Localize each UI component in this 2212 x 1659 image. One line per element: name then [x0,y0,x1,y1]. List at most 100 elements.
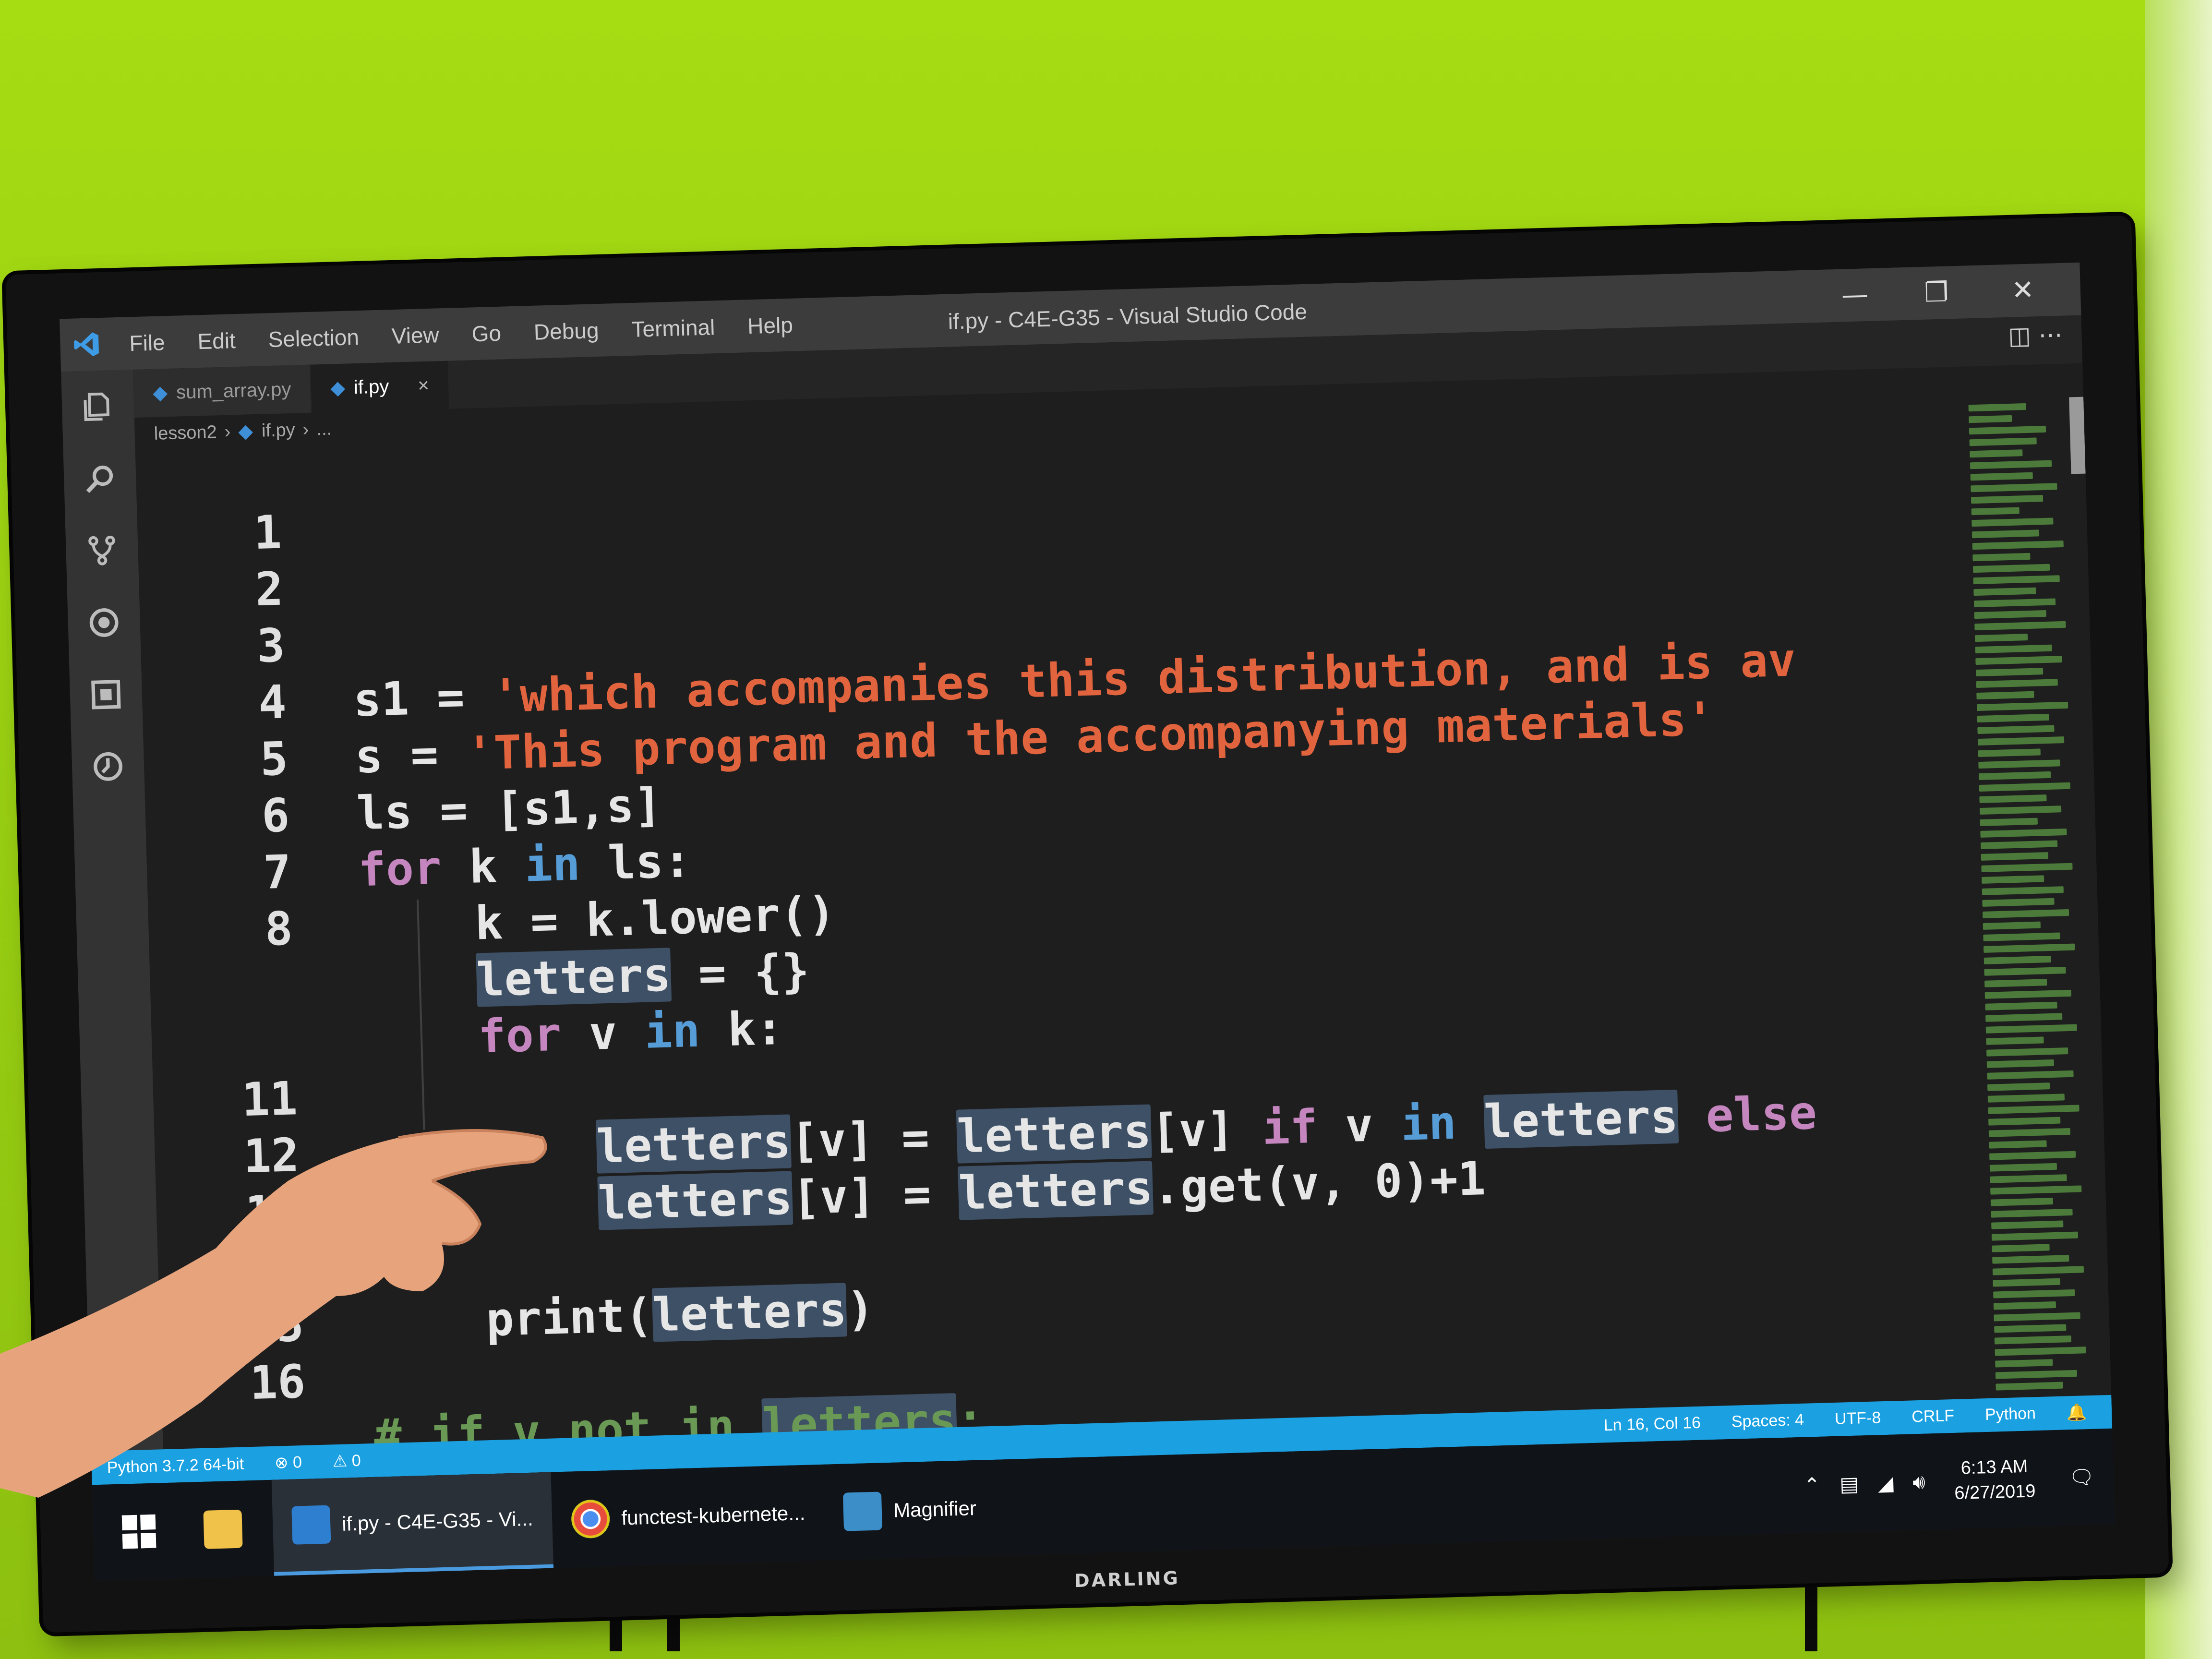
minimap-line [1984,967,2066,976]
minimap-line [1975,668,2044,677]
notification-icon[interactable]: 🗨︎ [2068,1465,2095,1489]
chevron-right-icon: › [224,421,231,442]
minimap-line [1970,449,2023,458]
minimap-line [1968,403,2026,412]
minimap-line [1971,495,2044,504]
minimap-line [1982,909,2069,918]
minimap-line [1985,1013,2063,1022]
network-icon[interactable]: ▤ [1839,1472,1859,1496]
minimap-line [1992,1255,2069,1264]
minimap-line [1983,921,2041,930]
minimap-line [1990,1185,2082,1195]
minimap-line [1972,540,2064,550]
minimap-line [1995,1346,2086,1356]
minimap-line [1984,979,2047,987]
language-mode[interactable]: Python [1970,1404,2052,1425]
minimize-button[interactable]: — [1830,275,1879,314]
taskbar-app-chrome[interactable]: functest-kubernete... [551,1465,826,1568]
minimap-line [1995,1370,2078,1379]
debug-icon[interactable] [67,586,141,660]
source-control-icon[interactable] [65,514,139,588]
close-button[interactable]: ✕ [1998,270,2047,310]
taskbar-app-magnifier[interactable]: Magnifier [823,1460,997,1561]
minimap-line [1978,771,2051,781]
minimap-line [1992,1244,2050,1252]
minimap-line [1979,805,2062,815]
minimap-line [1974,610,2046,619]
menu-help[interactable]: Help [731,312,809,340]
menu-file[interactable]: File [113,329,182,357]
encoding[interactable]: UTF-8 [1819,1408,1897,1429]
menu-selection[interactable]: Selection [252,324,376,353]
tab-if[interactable]: ◆ if.py × [310,361,449,413]
minimap-line [1986,1036,2044,1045]
menu-go[interactable]: Go [455,320,518,348]
monitor-stand-leg [1805,1584,1817,1651]
breadcrumb-file[interactable]: if.py [261,420,295,441]
split-editor-icon[interactable]: ◫ ⋯ [2008,321,2063,350]
minimap-line [1972,553,2031,562]
minimap-line [1972,529,2040,539]
minimap-line [1991,1208,2073,1218]
minimap-line [1973,598,2056,608]
minimap-line [1983,932,2060,941]
minimap-line [1994,1335,2072,1345]
python-file-icon: ◆ [152,382,168,404]
minimap-line [1988,1105,2080,1114]
minimap-line [1992,1266,2084,1275]
minimap-line [1984,943,2075,953]
indentation[interactable]: Spaces: 4 [1716,1410,1819,1432]
minimap-line [1985,1001,2057,1010]
minimap-line [1980,817,2038,826]
wifi-icon[interactable]: ◢ [1877,1471,1894,1495]
minimap-line [1994,1312,2080,1322]
clock-date: 6/27/2019 [1954,1481,2036,1504]
maximize-button[interactable]: ❐ [1912,273,1961,313]
extensions-icon[interactable] [69,658,143,732]
bell-icon[interactable]: 🔔 [2051,1402,2102,1423]
monitor-brand: DARLING [1074,1567,1180,1592]
minimap-line [1976,701,2068,711]
python-file-icon: ◆ [238,421,253,442]
menu-terminal[interactable]: Terminal [615,313,732,343]
system-tray: ⌃ ▤ ◢ 🔊︎ 6:13 AM 6/27/2019 🗨︎ [1792,1429,2095,1533]
scrollbar-thumb[interactable] [2069,397,2086,474]
breadcrumb-symbol[interactable]: ... [316,419,332,440]
tab-close-icon[interactable]: × [418,374,430,397]
minimap-line [1993,1289,2075,1298]
menu-debug[interactable]: Debug [517,317,615,346]
chrome-icon [571,1499,611,1539]
minimap-line [1975,656,2062,665]
breadcrumb-folder[interactable]: lesson2 [154,422,217,445]
minimap-line [1978,748,2041,757]
volume-icon[interactable]: 🔊︎ [1912,1470,1926,1494]
menu-edit[interactable]: Edit [181,327,252,355]
clock[interactable]: 6:13 AM 6/27/2019 [1953,1454,2036,1506]
minimap-line [1974,634,2028,642]
chevron-up-icon[interactable]: ⌃ [1803,1473,1821,1497]
minimap-line [1972,517,2054,527]
minimap-line [1985,1024,2078,1034]
minimap-line [1982,886,2064,895]
tab-sum-array[interactable]: ◆ sum_array.py [132,364,311,418]
pointing-hand [0,1129,547,1498]
search-icon[interactable] [63,442,137,516]
history-icon[interactable] [71,730,145,804]
cursor-position[interactable]: Ln 16, Col 16 [1588,1413,1716,1436]
minimap-line [1984,989,2072,999]
minimap-line [1993,1278,2060,1287]
minimap-line [1971,483,2057,493]
minimap-line [1994,1324,2067,1333]
menu-view[interactable]: View [375,321,456,349]
explorer-icon[interactable] [61,370,135,444]
minimap-line [1995,1359,2053,1368]
line-ending[interactable]: CRLF [1896,1406,1970,1427]
minimap-line [1993,1301,2056,1310]
minimap-line [1989,1140,2047,1149]
tab-label: sum_array.py [176,378,291,403]
tab-label: if.py [353,375,390,398]
minimap-line [1974,621,2066,631]
minimap-line [1973,575,2060,585]
minimap-line [1969,437,2037,446]
chevron-right-icon: › [302,419,309,440]
